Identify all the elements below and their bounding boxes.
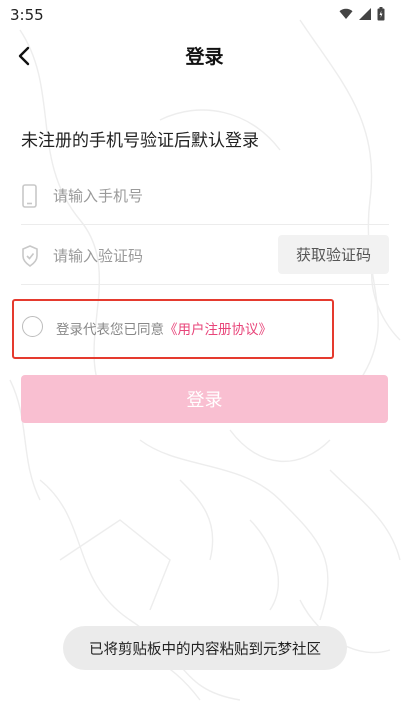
background-sketch-illustration (9, 19, 401, 701)
login-button[interactable]: 登录 (21, 375, 388, 423)
code-field-row: 获取验证码 (21, 226, 389, 285)
agreement-checkbox[interactable] (22, 316, 43, 337)
user-agreement-link[interactable]: 《用户注册协议》 (164, 322, 272, 338)
agreement-label: 登录代表您已同意 (56, 322, 164, 338)
login-subtitle: 未注册的手机号验证后默认登录 (21, 131, 259, 151)
verification-code-input[interactable] (51, 240, 275, 272)
status-time: 3:55 (10, 6, 44, 24)
phone-field-row (21, 166, 389, 225)
toast-message: 已将剪贴板中的内容粘贴到元梦社区 (63, 626, 347, 670)
wifi-icon (339, 8, 353, 19)
agreement-text: 登录代表您已同意《用户注册协议》 (56, 318, 272, 338)
get-code-button[interactable]: 获取验证码 (278, 235, 389, 274)
agreement-row: 登录代表您已同意《用户注册协议》 (12, 299, 334, 359)
header: 登录 (0, 36, 409, 76)
shield-icon (22, 245, 38, 267)
signal-icon (359, 8, 371, 20)
phone-input[interactable] (51, 180, 275, 212)
status-icons (339, 7, 385, 21)
battery-icon (377, 7, 385, 21)
phone-icon (22, 184, 37, 208)
page-title: 登录 (185, 46, 224, 68)
status-bar: 3:55 (0, 0, 409, 30)
